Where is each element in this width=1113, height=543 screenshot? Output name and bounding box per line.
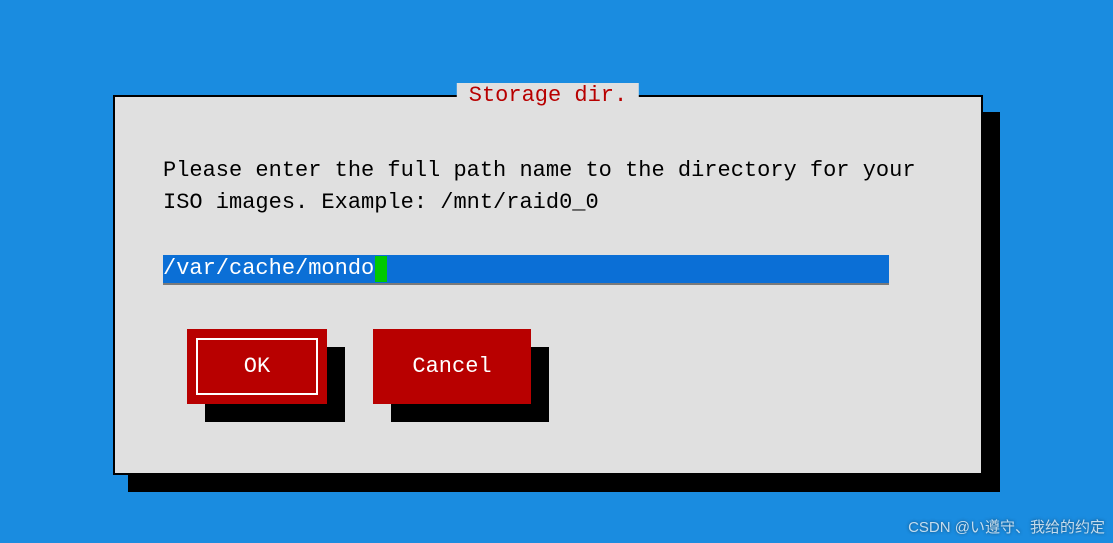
ok-button-inner: OK xyxy=(196,338,318,395)
dialog-body-text: Please enter the full path name to the d… xyxy=(163,155,933,219)
watermark: CSDN @い遵守、我给的约定 xyxy=(908,516,1105,537)
cancel-button-inner: Cancel xyxy=(382,338,522,395)
cancel-button-wrap: Cancel xyxy=(373,329,531,404)
storage-dir-dialog: Storage dir. Please enter the full path … xyxy=(113,95,983,475)
dialog-title: Storage dir. xyxy=(457,83,639,108)
ok-button-wrap: OK xyxy=(187,329,327,404)
ok-button[interactable]: OK xyxy=(187,329,327,404)
cancel-button[interactable]: Cancel xyxy=(373,329,531,404)
button-row: OK Cancel xyxy=(187,329,531,404)
input-value: /var/cache/mondo xyxy=(163,254,374,284)
text-cursor-icon xyxy=(375,256,387,282)
ok-button-label: OK xyxy=(244,354,270,379)
iso-path-input[interactable]: /var/cache/mondo xyxy=(163,255,889,285)
cancel-button-label: Cancel xyxy=(412,354,491,379)
